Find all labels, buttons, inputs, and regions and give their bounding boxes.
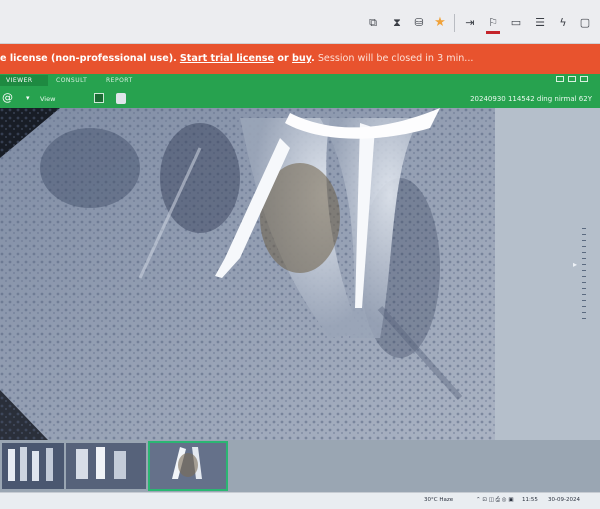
clock-date[interactable]: 30-09-2024 xyxy=(548,497,580,503)
session-warning: Session will be closed in 3 min... xyxy=(314,53,474,64)
database-icon[interactable]: ⛁ xyxy=(412,16,426,30)
license-banner: e license (non-professional use). Start … xyxy=(0,44,600,74)
xray-thumbnail-image xyxy=(150,443,226,489)
image-tool-icon[interactable] xyxy=(94,93,104,103)
cursor-icon: ▸ xyxy=(573,260,578,269)
toolbar-divider xyxy=(454,14,455,32)
thumbnail-1[interactable] xyxy=(2,443,64,489)
message-icon[interactable]: ☰ xyxy=(533,16,547,30)
viewer-header: VIEWER CONSULT REPORT @ ▾ View 20240930 … xyxy=(0,74,600,108)
tab-viewer[interactable]: VIEWER xyxy=(0,75,48,86)
star-icon[interactable]: ★ xyxy=(433,16,447,30)
tab-consult[interactable]: CONSULT xyxy=(50,75,98,86)
view-menu[interactable]: View xyxy=(40,95,55,103)
buy-link[interactable]: buy xyxy=(292,53,311,64)
xray-thumbnail-image xyxy=(2,443,64,489)
measurement-ruler xyxy=(582,228,592,324)
notification-icon[interactable]: ⚐ xyxy=(486,16,500,30)
forward-icon[interactable]: ⇥ xyxy=(463,16,477,30)
minimize-icon[interactable] xyxy=(556,76,564,82)
restore-icon[interactable] xyxy=(568,76,576,82)
bolt-icon[interactable]: ϟ xyxy=(556,16,570,30)
license-text: e license (non-professional use). xyxy=(0,53,177,64)
hourglass-icon[interactable]: ⧗ xyxy=(390,16,404,30)
xray-thumbnail-image xyxy=(66,443,146,489)
or-text: or xyxy=(274,53,293,64)
image-viewport[interactable]: ▸ xyxy=(0,108,600,440)
close-icon[interactable] xyxy=(580,76,588,82)
notification-indicator xyxy=(486,31,500,34)
screen-icon[interactable]: ▢ xyxy=(578,16,592,30)
chat-icon[interactable]: ▭ xyxy=(509,16,523,30)
thumbnail-strip xyxy=(0,440,600,492)
weather-widget[interactable]: 30°C Haze xyxy=(424,497,453,503)
patient-photo-icon[interactable] xyxy=(116,93,126,104)
chevron-down-icon[interactable]: ▾ xyxy=(26,94,30,102)
tray-icons[interactable]: ⌃ ⊡ ◫ ⎙ ◎ ▣ xyxy=(476,497,514,504)
thumbnail-3[interactable] xyxy=(148,441,228,491)
patient-info: 20240930 114542 ding nirmal 62Y xyxy=(470,95,592,103)
start-trial-link[interactable]: Start trial license xyxy=(180,53,274,64)
screen: ⧉ ⧗ ⛁ ★ ⇥ ⚐ ▭ ☰ ϟ ▢ e license (non-profe… xyxy=(0,0,600,509)
thumbnail-2[interactable] xyxy=(66,443,146,489)
app-logo-icon[interactable]: @ xyxy=(2,91,13,104)
clock-time[interactable]: 11:55 xyxy=(522,497,538,503)
dental-xray-image[interactable] xyxy=(0,108,495,440)
tab-report[interactable]: REPORT xyxy=(100,75,148,86)
taskbar: 30°C Haze ⌃ ⊡ ◫ ⎙ ◎ ▣ 11:55 30-09-2024 xyxy=(0,492,600,509)
screen-share-icon[interactable]: ⧉ xyxy=(366,16,380,30)
browser-toolbar: ⧉ ⧗ ⛁ ★ ⇥ ⚐ ▭ ☰ ϟ ▢ xyxy=(0,0,600,44)
